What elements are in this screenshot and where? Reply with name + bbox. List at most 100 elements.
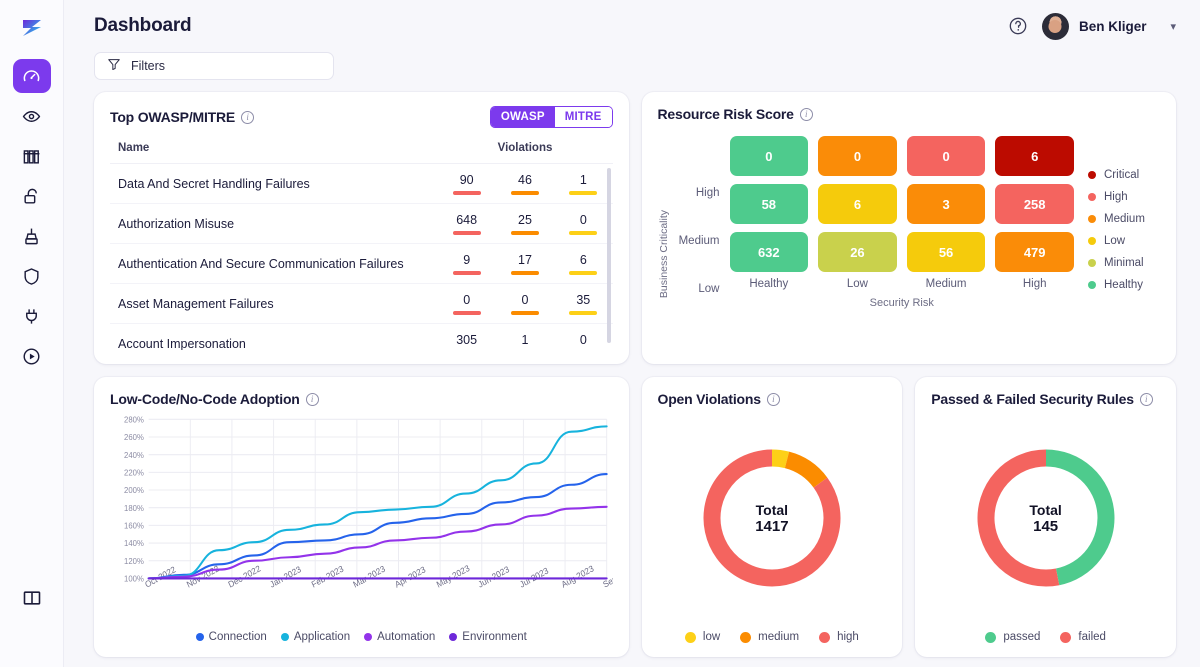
user-menu[interactable]: Ben Kliger ▾ — [1042, 13, 1176, 40]
logo-icon[interactable] — [16, 12, 48, 44]
legend-item[interactable]: passed — [985, 631, 1040, 643]
violation-cells: 30510 — [438, 333, 613, 351]
heatmap-cell[interactable]: 258 — [995, 184, 1074, 224]
legend-dot-icon — [740, 632, 751, 643]
heatmap-cell[interactable]: 3 — [907, 184, 986, 224]
heatmap-cell[interactable]: 58 — [730, 184, 809, 224]
severity-bar-low — [569, 231, 597, 235]
donut-chart: Total 1417 — [697, 443, 847, 593]
severity-bar-high — [453, 191, 481, 195]
sidebar — [0, 0, 64, 667]
row-name: Data And Secret Handling Failures — [118, 177, 438, 191]
filters-label: Filters — [131, 59, 165, 73]
violation-cells: 0035 — [438, 293, 613, 315]
sidebar-item-playbooks[interactable] — [13, 339, 51, 373]
table-row[interactable]: Asset Management Failures0035 — [110, 284, 613, 324]
heatmap-cell[interactable]: 479 — [995, 232, 1074, 272]
table-row[interactable]: Account Impersonation30510 — [110, 324, 613, 350]
heatmap-cell[interactable]: 6 — [818, 184, 897, 224]
legend-dot-icon — [819, 632, 830, 643]
heatmap-x-axis-title: Security Risk — [730, 297, 1075, 309]
table-row[interactable]: Data And Secret Handling Failures90461 — [110, 164, 613, 204]
svg-text:100%: 100% — [124, 574, 144, 583]
violation-count-medium: 1 — [496, 333, 554, 351]
row-name: Account Impersonation — [118, 337, 438, 351]
card-open-violations: Open Violations i Total 1417 lowmediumhi… — [642, 377, 903, 657]
heatmap-cell[interactable]: 0 — [907, 136, 986, 176]
heatmap-x-label: High — [995, 278, 1074, 290]
heatmap-cell[interactable]: 0 — [818, 136, 897, 176]
sidebar-item-documentation[interactable] — [13, 581, 51, 615]
legend-item[interactable]: high — [819, 631, 859, 643]
topbar: Dashboard Ben Kliger ▾ — [64, 0, 1200, 52]
heatmap: Business Criticality HighMediumLow 00065… — [658, 124, 1161, 350]
svg-text:260%: 260% — [124, 433, 144, 442]
legend-dot-icon — [1088, 237, 1096, 245]
table-row[interactable]: Authorization Misuse648250 — [110, 204, 613, 244]
heatmap-row-label: Low — [674, 265, 730, 313]
donut-svg — [971, 443, 1121, 593]
violation-value: 648 — [456, 213, 477, 227]
donut-legend: low medium high — [658, 627, 887, 643]
severity-bar-medium — [511, 311, 539, 315]
info-icon[interactable]: i — [767, 393, 780, 406]
heatmap-cell[interactable]: 632 — [730, 232, 809, 272]
table-row[interactable]: Authentication And Secure Communication … — [110, 244, 613, 284]
heatmap-x-label: Low — [818, 278, 897, 290]
violation-count-medium: 46 — [496, 173, 554, 195]
sidebar-item-cleanup[interactable] — [13, 219, 51, 253]
heatmap-cell[interactable]: 0 — [730, 136, 809, 176]
owasp-mitre-toggle[interactable]: OWASP MITRE — [490, 106, 613, 128]
legend-item[interactable]: failed — [1060, 631, 1106, 643]
row-name: Authentication And Secure Communication … — [118, 257, 438, 271]
table-scrollbar[interactable] — [607, 168, 611, 343]
app-root: Dashboard Ben Kliger ▾ — [0, 0, 1200, 667]
heatmap-row-label: High — [674, 169, 730, 217]
sidebar-item-dashboard[interactable] — [13, 59, 51, 93]
heatmap-row-label: Medium — [674, 217, 730, 265]
legend-item[interactable]: medium — [740, 631, 799, 643]
legend-label: failed — [1078, 631, 1106, 643]
avatar — [1042, 13, 1069, 40]
legend-label: Low — [1104, 235, 1125, 247]
card-header: Passed & Failed Security Rules i — [931, 391, 1160, 407]
heatmap-body: 000658632586322656479 HealthyLowMediumHi… — [730, 136, 1075, 350]
legend-label: low — [703, 631, 720, 643]
heatmap-cell[interactable]: 26 — [818, 232, 897, 272]
violation-count-low: 0 — [554, 213, 612, 235]
info-icon[interactable]: i — [306, 393, 319, 406]
heatmap-cell[interactable]: 6 — [995, 136, 1074, 176]
legend-label: medium — [758, 631, 799, 643]
toggle-option-mitre[interactable]: MITRE — [555, 107, 612, 127]
legend-dot-icon — [364, 633, 372, 641]
legend-item[interactable]: low — [685, 631, 720, 643]
card-resource-risk-score: Resource Risk Score i Business Criticali… — [642, 92, 1177, 364]
legend-label: Healthy — [1104, 279, 1143, 291]
info-icon[interactable]: i — [800, 108, 813, 121]
donut-body: Total 1417 — [658, 409, 887, 627]
help-circle-icon[interactable] — [1008, 16, 1028, 36]
legend-label: passed — [1003, 631, 1040, 643]
info-icon[interactable]: i — [241, 111, 254, 124]
filters-button[interactable]: Filters — [94, 52, 334, 80]
heatmap-cell[interactable]: 56 — [907, 232, 986, 272]
card-title: Resource Risk Score — [658, 106, 794, 122]
toggle-option-owasp[interactable]: OWASP — [491, 107, 555, 127]
legend-item: Medium — [1088, 213, 1160, 225]
sidebar-item-access[interactable] — [13, 179, 51, 213]
severity-bar-high — [453, 231, 481, 235]
funnel-icon — [107, 57, 121, 76]
svg-text:220%: 220% — [124, 468, 144, 477]
sidebar-item-security[interactable] — [13, 259, 51, 293]
column-header-violations: Violations — [438, 142, 613, 154]
sidebar-item-connectors[interactable] — [13, 299, 51, 333]
legend-dot-icon — [449, 633, 457, 641]
sidebar-item-inventory[interactable] — [13, 139, 51, 173]
topbar-right: Ben Kliger ▾ — [1008, 13, 1176, 40]
sidebar-item-visibility[interactable] — [13, 99, 51, 133]
chevron-down-icon[interactable]: ▾ — [1170, 20, 1176, 33]
violation-cells: 9176 — [438, 253, 613, 275]
info-icon[interactable]: i — [1140, 393, 1153, 406]
svg-text:140%: 140% — [124, 539, 144, 548]
legend-item: Critical — [1088, 169, 1160, 181]
